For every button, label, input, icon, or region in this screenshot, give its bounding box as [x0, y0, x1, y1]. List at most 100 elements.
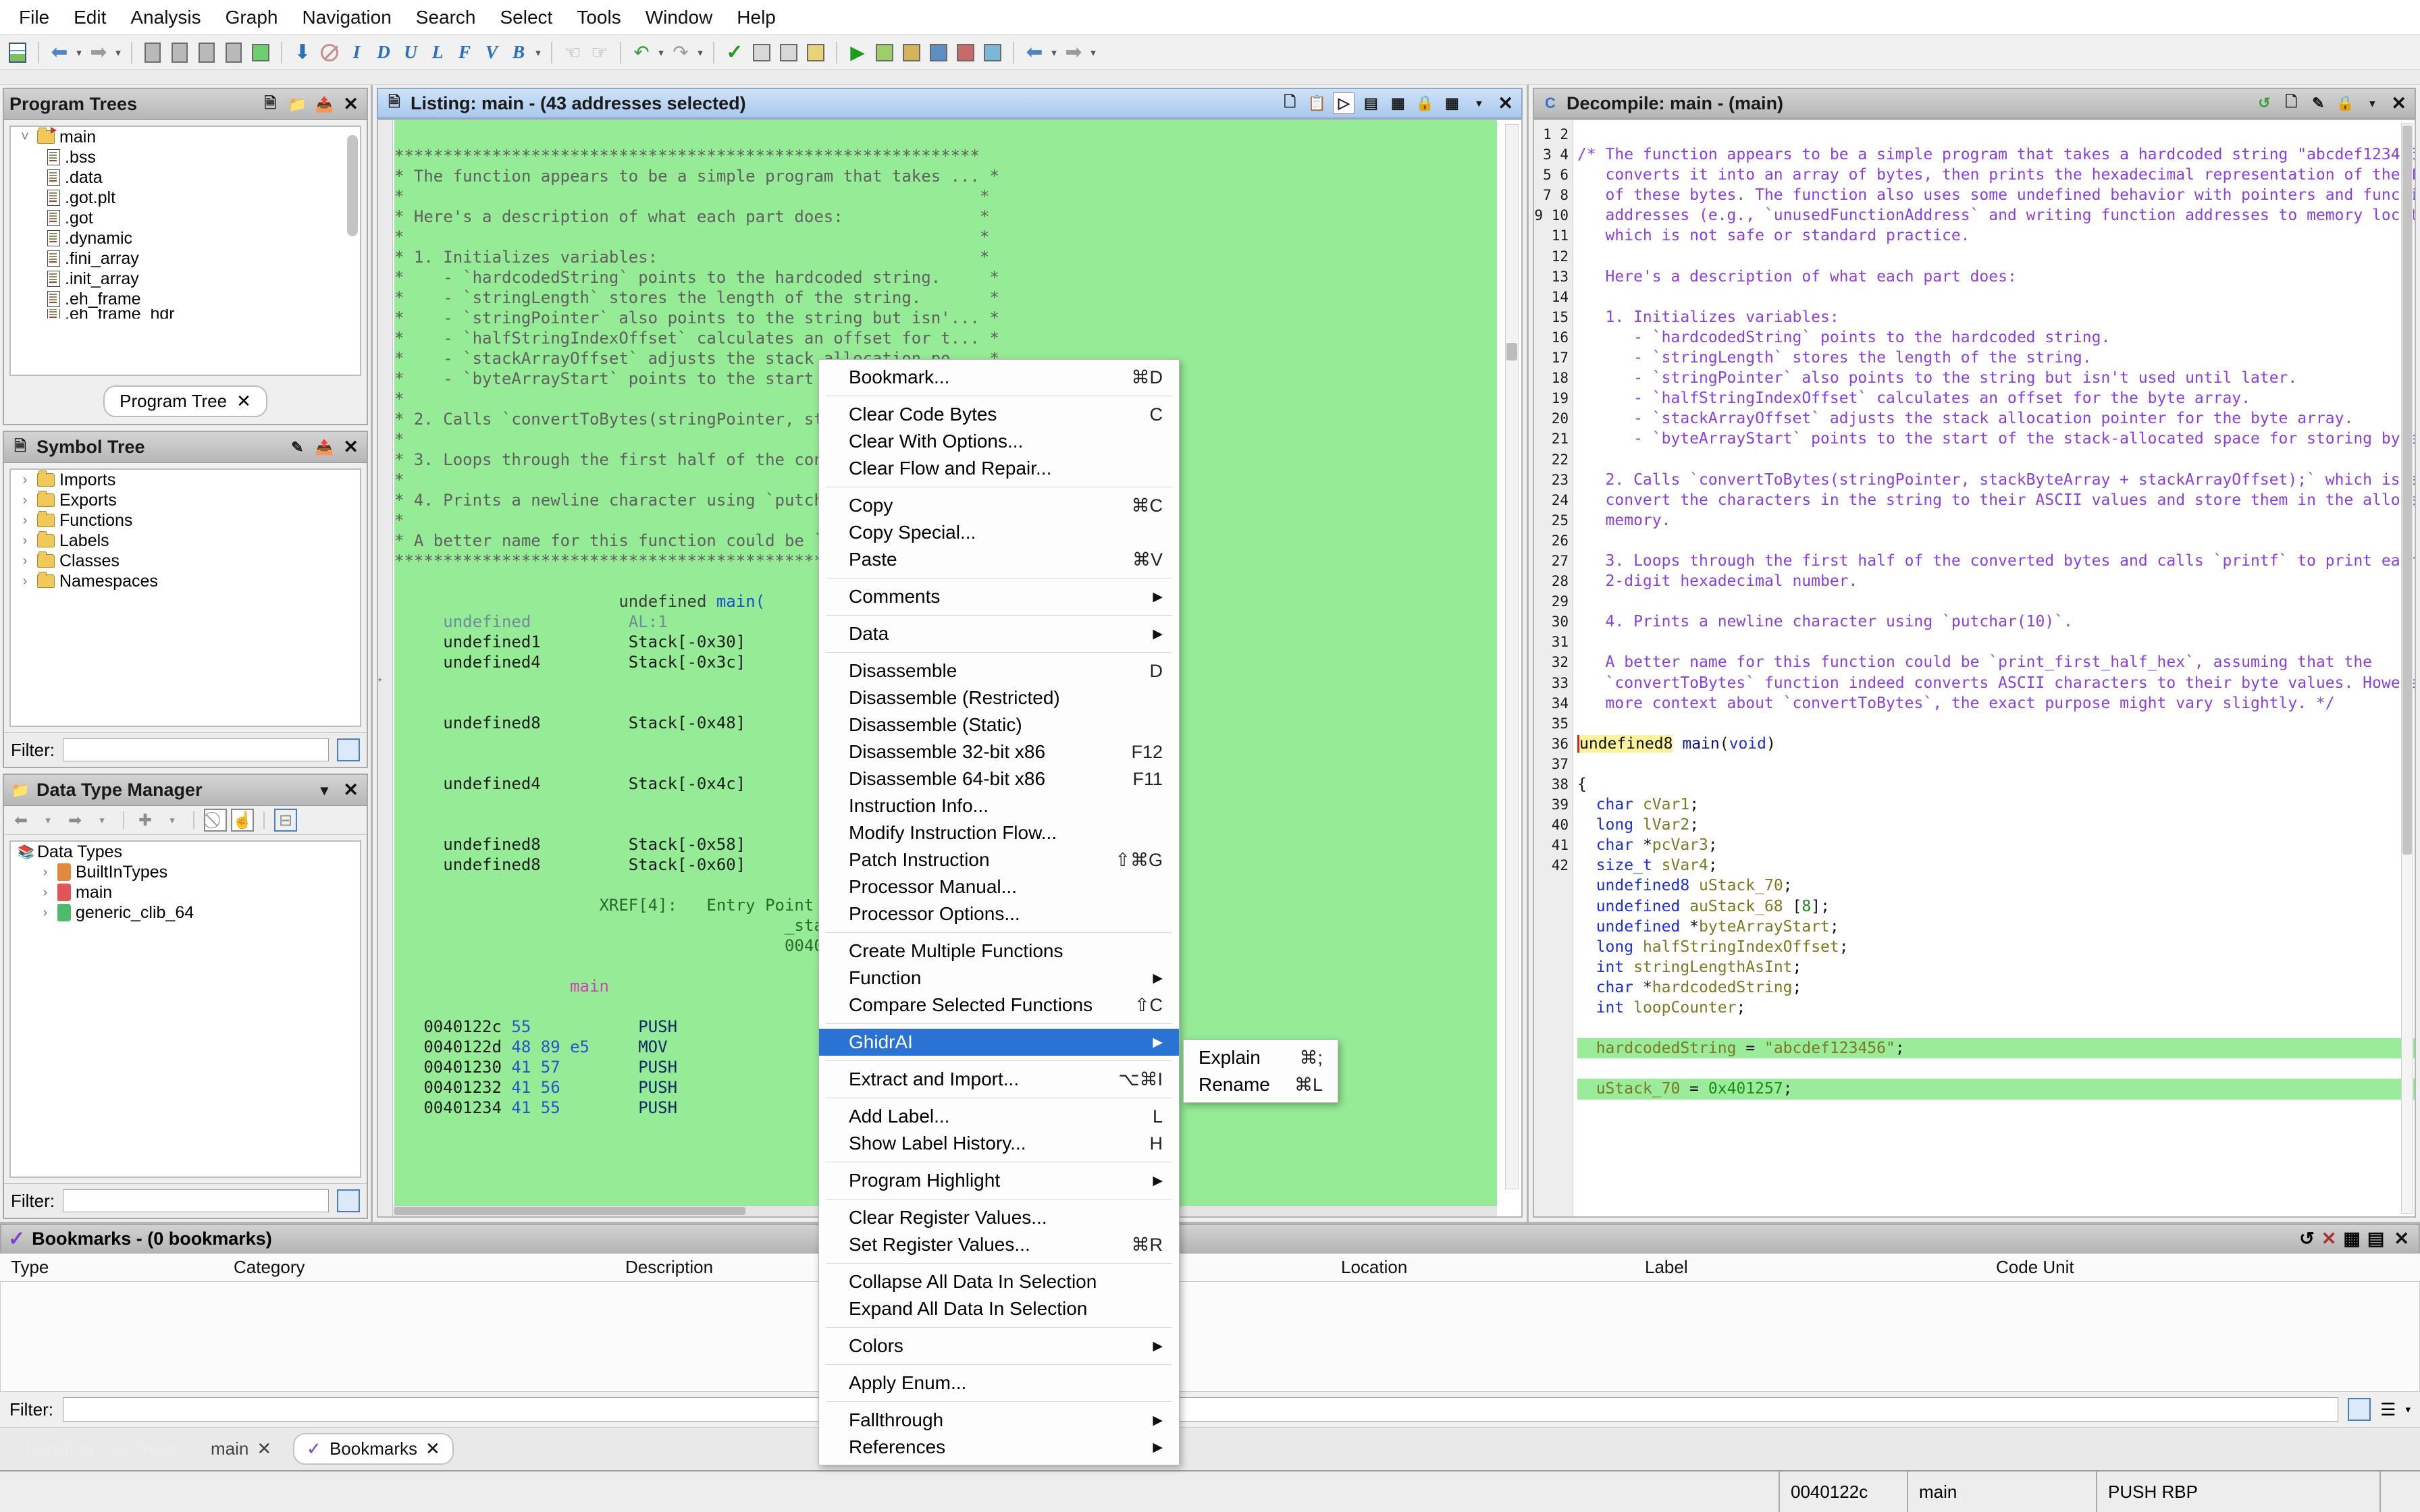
nav-prev-icon[interactable]: ⬅ — [1022, 40, 1047, 65]
undo-dropdown-icon[interactable]: ▾ — [656, 47, 666, 59]
chevron-right-icon[interactable]: › — [18, 493, 32, 508]
menu-select[interactable]: Select — [488, 4, 565, 31]
program-tree-list[interactable]: ˅ main .bss .data .got.plt — [9, 126, 361, 376]
dt-root-data-types[interactable]: 📚 Data Types — [11, 842, 360, 862]
listing-scroll-thumb[interactable] — [1506, 343, 1517, 360]
col-label[interactable]: Label — [1634, 1257, 1985, 1278]
chevron-down-icon[interactable]: ▾ — [2405, 1403, 2411, 1415]
ghidrai-submenu[interactable]: Explain⌘;Rename⌘L — [1183, 1040, 1338, 1103]
edit-icon[interactable]: ✎ — [286, 437, 308, 458]
run-analysis-icon[interactable]: ▶ — [845, 40, 870, 65]
sym-item-classes[interactable]: › Classes — [11, 551, 360, 571]
menu-item-patch-instruction[interactable]: Patch Instruction⇧⌘G — [819, 846, 1179, 873]
menu-item-disassemble-static[interactable]: Disassemble (Static) — [819, 711, 1179, 738]
copy-icon[interactable]: 🗋 — [2280, 92, 2302, 114]
chevron-right-icon[interactable]: › — [38, 905, 53, 921]
menu-item-extract-and-import[interactable]: Extract and Import...⌥⌘I — [819, 1066, 1179, 1093]
menu-analysis[interactable]: Analysis — [118, 4, 213, 31]
dt-collapse-icon[interactable]: ⊟ — [274, 809, 297, 832]
menu-item-program-highlight[interactable]: Program Highlight▶ — [819, 1167, 1179, 1194]
nav-next-icon[interactable]: ➡ — [1061, 40, 1086, 65]
menu-item-copy[interactable]: Copy⌘C — [819, 492, 1179, 519]
menu-item-show-label-history[interactable]: Show Label History...H — [819, 1130, 1179, 1157]
menu-item-disassemble-restricted[interactable]: Disassemble (Restricted) — [819, 684, 1179, 711]
forward-dropdown-icon[interactable]: ▾ — [113, 47, 123, 59]
chevron-down-icon[interactable]: ▾ — [1468, 92, 1490, 114]
undefined-filter-icon[interactable]: U — [398, 40, 423, 65]
refresh-icon[interactable]: ↺ — [2253, 92, 2275, 114]
menu-item-disassemble-64-bit-x86[interactable]: Disassemble 64-bit x86F11 — [819, 765, 1179, 792]
menu-edit[interactable]: Edit — [61, 4, 118, 31]
bookmarks-table-body[interactable] — [0, 1282, 2420, 1392]
tab-function-call-trees[interactable]: Function Call Trees — [14, 1434, 189, 1463]
dt-item-generic-clib-64[interactable]: › generic_clib_64 — [11, 902, 360, 923]
menu-item-bookmark[interactable]: Bookmark...⌘D — [819, 364, 1179, 391]
dt-new-icon[interactable]: ✚ — [134, 809, 157, 832]
close-icon[interactable]: ✕ — [340, 780, 361, 801]
sym-item-functions[interactable]: › Functions — [11, 510, 360, 531]
sym-item-namespaces[interactable]: › Namespaces — [11, 571, 360, 591]
bm-select-icon[interactable]: ▤ — [2367, 1228, 2385, 1249]
cursor-toggle-icon[interactable]: ▷ — [1333, 92, 1354, 114]
close-icon[interactable]: ✕ — [340, 94, 361, 115]
nav-next-dropdown-icon[interactable]: ▾ — [1088, 47, 1098, 59]
lock-icon[interactable]: 🔒 — [1414, 92, 1436, 114]
menu-item-compare-selected-functions[interactable]: Compare Selected Functions⇧C — [819, 992, 1179, 1019]
menu-item-collapse-all-data-in-selection[interactable]: Collapse All Data In Selection — [819, 1268, 1179, 1295]
menu-item-modify-instruction-flow[interactable]: Modify Instruction Flow... — [819, 819, 1179, 846]
dt-forward-icon[interactable]: ➡ — [63, 809, 86, 832]
bookmark-filter-icon[interactable]: B — [506, 40, 531, 65]
select-block-icon[interactable] — [777, 40, 801, 65]
fn-graph-icon[interactable] — [980, 40, 1005, 65]
submenu-item-explain[interactable]: Explain⌘; — [1184, 1044, 1338, 1071]
diff-listing-icon[interactable]: ▦ — [1387, 92, 1409, 114]
down-arrow-icon[interactable]: ⬇ — [290, 40, 315, 65]
snapshot-listing-icon[interactable]: ▤ — [1360, 92, 1382, 114]
col-category[interactable]: Category — [223, 1257, 614, 1278]
bm-table-icon[interactable]: ▦ — [2343, 1228, 2361, 1249]
tree-item-fini-array[interactable]: .fini_array — [11, 248, 360, 269]
decompiler-icon[interactable] — [899, 40, 924, 65]
decompile-code[interactable]: /* The function appears to be a simple p… — [1573, 120, 2415, 1216]
redo-dropdown-icon[interactable]: ▾ — [695, 47, 705, 59]
paste-icon[interactable]: 📋 — [1306, 92, 1327, 114]
menu-item-instruction-info[interactable]: Instruction Info... — [819, 792, 1179, 819]
next-data-icon[interactable] — [194, 40, 219, 65]
redo-icon[interactable]: ↷ — [668, 40, 693, 65]
tree-item-got[interactable]: .got — [11, 208, 360, 228]
close-icon[interactable]: ✕ — [1495, 93, 1516, 114]
menu-item-add-label[interactable]: Add Label...L — [819, 1103, 1179, 1130]
menu-item-copy-special[interactable]: Copy Special... — [819, 519, 1179, 546]
back-dropdown-icon[interactable]: ▾ — [74, 47, 84, 59]
tree-root-main[interactable]: ˅ main — [11, 127, 360, 147]
search-memory-icon[interactable] — [804, 40, 828, 65]
fields-icon[interactable]: ▦ — [1441, 92, 1463, 114]
data-type-icon[interactable] — [953, 40, 978, 65]
menu-file[interactable]: File — [7, 4, 61, 31]
chevron-right-icon[interactable]: › — [18, 513, 32, 529]
menu-item-data[interactable]: Data▶ — [819, 620, 1179, 647]
next-fn-icon[interactable] — [221, 40, 246, 65]
open-folder-icon[interactable]: 📁 — [286, 94, 308, 115]
chevron-right-icon[interactable]: › — [18, 473, 32, 488]
menu-item-expand-all-data-in-selection[interactable]: Expand All Data In Selection — [819, 1295, 1179, 1322]
tree-scrollbar[interactable] — [347, 135, 358, 236]
filter-menu-icon[interactable]: ☰ — [2380, 1399, 2396, 1420]
export-icon[interactable]: 📤 — [313, 94, 335, 115]
menu-graph[interactable]: Graph — [213, 4, 290, 31]
decompile-content[interactable]: 1 2 3 4 5 6 7 8 9 10 11 12 13 14 15 16 1… — [1533, 119, 2416, 1218]
snapshot-icon[interactable] — [248, 40, 273, 65]
byte-viewer-icon[interactable] — [872, 40, 897, 65]
filter-dropdown-icon[interactable]: ▾ — [533, 47, 543, 59]
sym-item-exports[interactable]: › Exports — [11, 490, 360, 510]
chevron-right-icon[interactable]: › — [38, 885, 53, 900]
sym-item-imports[interactable]: › Imports — [11, 470, 360, 490]
tab-close-icon[interactable]: ✕ — [236, 391, 251, 412]
tree-item-data[interactable]: .data — [11, 167, 360, 188]
undo-icon[interactable]: ↶ — [629, 40, 654, 65]
menu-item-paste[interactable]: Paste⌘V — [819, 546, 1179, 573]
filter-options-icon[interactable] — [337, 738, 360, 761]
symbol-tree-filter-input[interactable] — [63, 738, 329, 761]
instruction-filter-icon[interactable]: I — [344, 40, 369, 65]
prev-highlight-icon[interactable]: ☜ — [560, 40, 585, 65]
